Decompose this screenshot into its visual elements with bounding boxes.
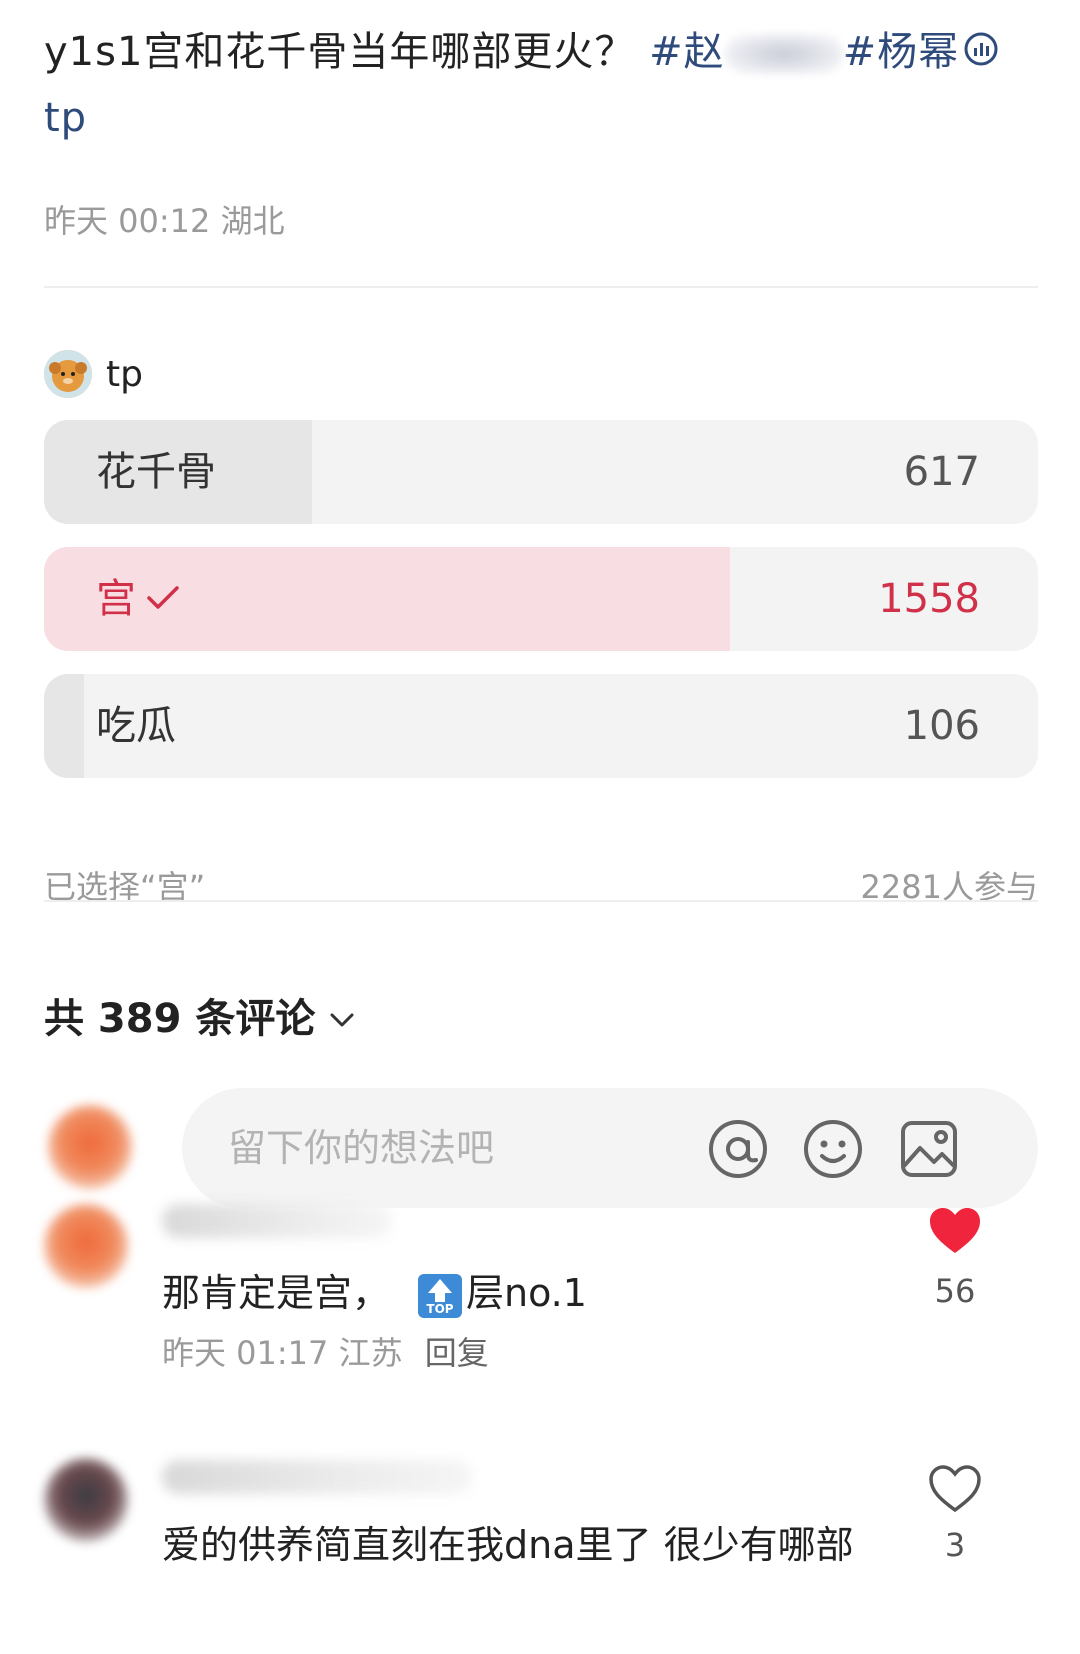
chevron-down-icon bbox=[329, 992, 355, 1038]
avatar[interactable] bbox=[44, 1458, 128, 1542]
image-icon[interactable] bbox=[898, 1118, 960, 1180]
poll-option-label: 宫 bbox=[96, 547, 180, 651]
comments-count-label: 共 389 条评论 bbox=[44, 996, 316, 1042]
poll-option-huaqiangu[interactable]: 花千骨 617 bbox=[44, 420, 1038, 524]
post-title-text: y1s1宫和花千骨当年哪部更火？ bbox=[44, 29, 636, 75]
comment-meta: 昨天 01:17 江苏 回复 bbox=[162, 1328, 489, 1374]
like-count: 56 bbox=[934, 1272, 976, 1310]
topic-tag-2[interactable]: #杨幂 bbox=[843, 29, 960, 75]
poll-author[interactable]: tp bbox=[44, 350, 143, 398]
post-time: 昨天 00:12 bbox=[44, 202, 211, 240]
redacted-topic-mask bbox=[724, 34, 843, 74]
post-location: 湖北 bbox=[220, 202, 285, 240]
poll-option-gong[interactable]: 宫 1558 bbox=[44, 547, 1038, 651]
poll-option-chigua[interactable]: 吃瓜 106 bbox=[44, 674, 1038, 778]
divider bbox=[44, 900, 1038, 902]
poll-option-label: 花千骨 bbox=[96, 449, 216, 495]
checkmark-icon bbox=[146, 547, 180, 651]
comment-location: 江苏 bbox=[338, 1334, 403, 1372]
avatar[interactable] bbox=[44, 1204, 128, 1288]
poll-option-count: 617 bbox=[903, 449, 980, 495]
emoji-icon[interactable] bbox=[802, 1118, 864, 1180]
comment-text: 爱的供养简直刻在我dna里了 很少有哪部 bbox=[162, 1523, 854, 1567]
comment-text: 那肯定是宫， TOP 层no.1 bbox=[162, 1271, 587, 1318]
topic-tag-1[interactable]: #赵 bbox=[649, 29, 725, 75]
reply-button[interactable]: 回复 bbox=[425, 1334, 489, 1372]
comments-count-toggle[interactable]: 共 389 条评论 bbox=[44, 986, 355, 1044]
topic-chart-icon[interactable] bbox=[963, 22, 999, 86]
poll-author-name: tp bbox=[106, 353, 143, 395]
post-author-link[interactable]: tp bbox=[44, 95, 87, 141]
commenter-name-redacted[interactable] bbox=[162, 1460, 472, 1494]
avatar[interactable] bbox=[44, 350, 92, 398]
heart-filled-icon[interactable] bbox=[928, 1206, 982, 1256]
heart-outline-icon[interactable] bbox=[928, 1464, 982, 1514]
poll-option-count: 1558 bbox=[878, 576, 980, 622]
poll-option-fill bbox=[44, 674, 84, 778]
divider bbox=[44, 286, 1038, 288]
post-title: y1s1宫和花千骨当年哪部更火？ #赵 #杨幂 tp bbox=[44, 20, 1044, 150]
poll-option-label: 吃瓜 bbox=[96, 703, 176, 749]
poll-option-count: 106 bbox=[903, 703, 980, 749]
comment-input-placeholder: 留下你的想法吧 bbox=[228, 1126, 495, 1170]
comment-input[interactable]: 留下你的想法吧 bbox=[182, 1088, 1038, 1208]
commenter-name-redacted[interactable] bbox=[162, 1204, 392, 1238]
top-badge-icon: TOP bbox=[418, 1273, 463, 1318]
comment-time: 昨天 01:17 bbox=[162, 1334, 329, 1372]
avatar[interactable] bbox=[48, 1105, 132, 1189]
post-meta: 昨天 00:12 湖北 bbox=[44, 196, 285, 242]
mention-icon[interactable] bbox=[707, 1118, 769, 1180]
like-count: 3 bbox=[944, 1526, 966, 1564]
